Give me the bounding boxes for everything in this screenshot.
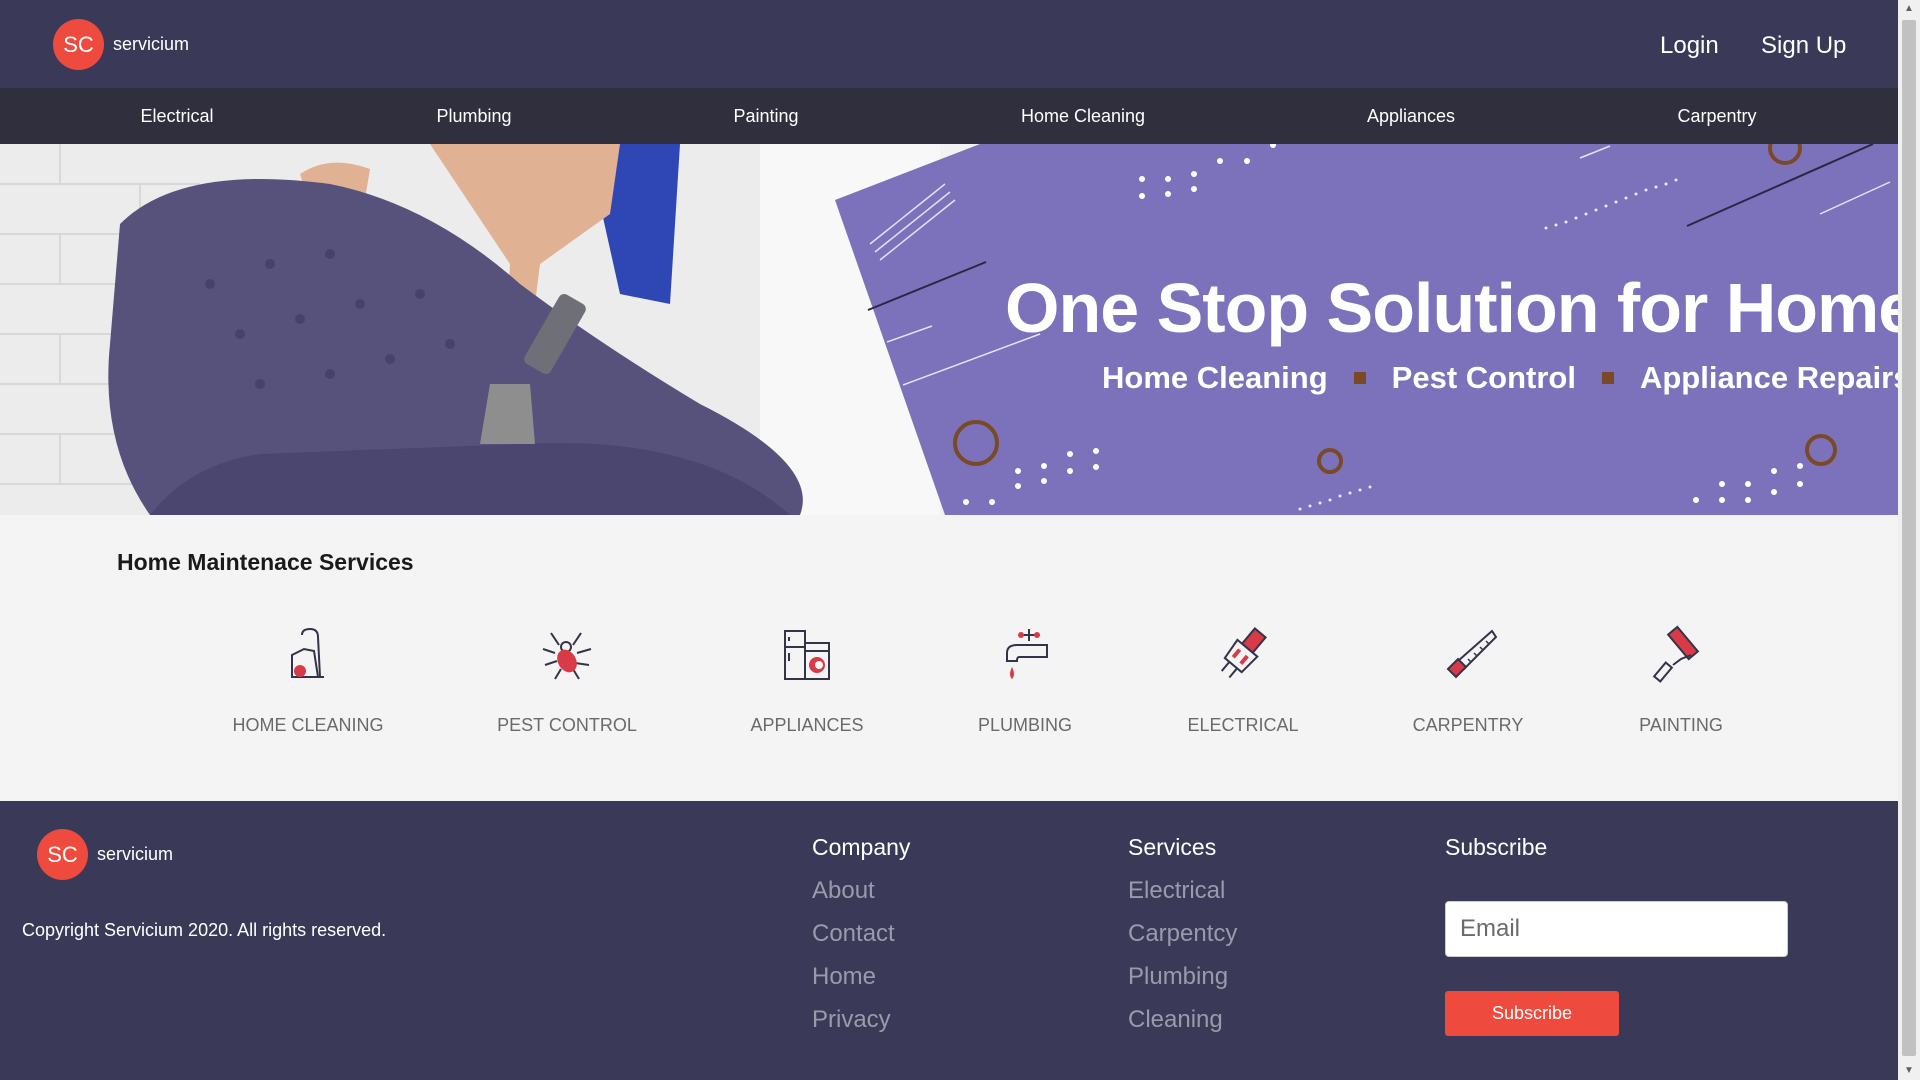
footer-link-cleaning[interactable]: Cleaning (1128, 998, 1237, 1041)
scroll-down-icon[interactable]: ▼ (1898, 1062, 1920, 1080)
square-bullet-icon (1353, 372, 1366, 384)
service-appliances[interactable]: APPLIANCES (707, 625, 907, 736)
site-footer: SC servicium Copyright Servicium 2020. A… (0, 801, 1898, 1080)
top-header: SC servicium Login Sign Up (0, 0, 1898, 88)
email-field[interactable] (1445, 901, 1788, 957)
footer-subscribe-column: Subscribe (1445, 834, 1547, 869)
washing-machine-icon (784, 630, 830, 680)
footer-company-column: Company About Contact Home Privacy (812, 834, 910, 1041)
nav-item-appliances[interactable]: Appliances (1367, 88, 1455, 144)
footer-link-home[interactable]: Home (812, 955, 910, 998)
services-title: Home Maintenace Services (117, 549, 414, 575)
service-pest-control[interactable]: PEST CONTROL (467, 625, 667, 736)
bug-icon (542, 632, 592, 680)
plug-icon (1220, 626, 1268, 679)
footer-link-privacy[interactable]: Privacy (812, 998, 910, 1041)
paint-roller-icon (1652, 625, 1700, 683)
hero-subtitle: Home Cleaning Pest Control Appliance Rep… (1102, 360, 1898, 396)
logo-badge: SC (53, 19, 104, 70)
service-label: ELECTRICAL (1187, 715, 1299, 735)
service-label: PEST CONTROL (497, 715, 637, 735)
service-carpentry[interactable]: CARPENTRY (1368, 625, 1568, 736)
copyright-text: Copyright Servicium 2020. All rights res… (22, 920, 387, 940)
service-label: CARPENTRY (1412, 715, 1524, 735)
footer-link-carpentry[interactable]: Carpentcy (1128, 912, 1237, 955)
footer-link-about[interactable]: About (812, 869, 910, 912)
logo-badge: SC (37, 829, 88, 880)
services-heading: Services (1128, 834, 1217, 860)
hero-sub-home-cleaning: Home Cleaning (1102, 360, 1328, 395)
footer-link-plumbing[interactable]: Plumbing (1128, 955, 1237, 998)
footer-services-column: Services Electrical Carpentcy Plumbing C… (1128, 834, 1237, 1041)
signup-link[interactable]: Sign Up (1761, 32, 1846, 60)
service-label: HOME CLEANING (232, 715, 384, 735)
hero-title: One Stop Solution for Homes (1005, 269, 1898, 347)
service-label: PLUMBING (977, 715, 1073, 735)
footer-link-contact[interactable]: Contact (812, 912, 910, 955)
company-heading: Company (812, 834, 911, 860)
footer-logo[interactable]: SC servicium (37, 829, 173, 880)
login-link[interactable]: Login (1660, 32, 1719, 60)
scroll-up-icon[interactable]: ▲ (1898, 0, 1920, 18)
nav-item-painting[interactable]: Painting (733, 88, 798, 144)
hero-banner: One Stop Solution for Homes Home Cleanin… (0, 144, 1898, 515)
hero-sub-appliance-repairs: Appliance Repairs (1639, 360, 1898, 395)
brand-name: servicium (97, 844, 174, 864)
services-section: Home Maintenace Services HOME CLEANING P… (0, 515, 1898, 801)
service-plumbing[interactable]: PLUMBING (925, 625, 1125, 736)
scrollbar-thumb[interactable] (1902, 20, 1916, 1056)
subscribe-heading: Subscribe (1445, 834, 1548, 860)
page-scrollbar[interactable]: ▲ ▼ (1898, 0, 1920, 1080)
brand-logo[interactable]: SC servicium (53, 19, 189, 70)
service-label: PAINTING (1639, 715, 1723, 735)
hero-sub-pest-control: Pest Control (1391, 360, 1576, 395)
subscribe-button[interactable]: Subscribe (1445, 991, 1619, 1036)
nav-item-plumbing[interactable]: Plumbing (436, 88, 511, 144)
nav-item-carpentry[interactable]: Carpentry (1677, 88, 1756, 144)
service-label: APPLIANCES (750, 715, 864, 735)
square-bullet-icon (1601, 372, 1614, 384)
brand-name: servicium (113, 34, 190, 54)
service-home-cleaning[interactable]: HOME CLEANING (208, 625, 408, 736)
footer-link-electrical[interactable]: Electrical (1128, 869, 1237, 912)
faucet-icon (1006, 629, 1048, 679)
category-nav: Electrical Plumbing Painting Home Cleani… (0, 88, 1898, 144)
nav-item-home-cleaning[interactable]: Home Cleaning (1021, 88, 1145, 144)
vacuum-icon (291, 627, 324, 678)
service-painting[interactable]: PAINTING (1581, 625, 1781, 736)
saw-icon (1446, 629, 1498, 679)
nav-item-electrical[interactable]: Electrical (140, 88, 213, 144)
service-electrical[interactable]: ELECTRICAL (1143, 625, 1343, 736)
